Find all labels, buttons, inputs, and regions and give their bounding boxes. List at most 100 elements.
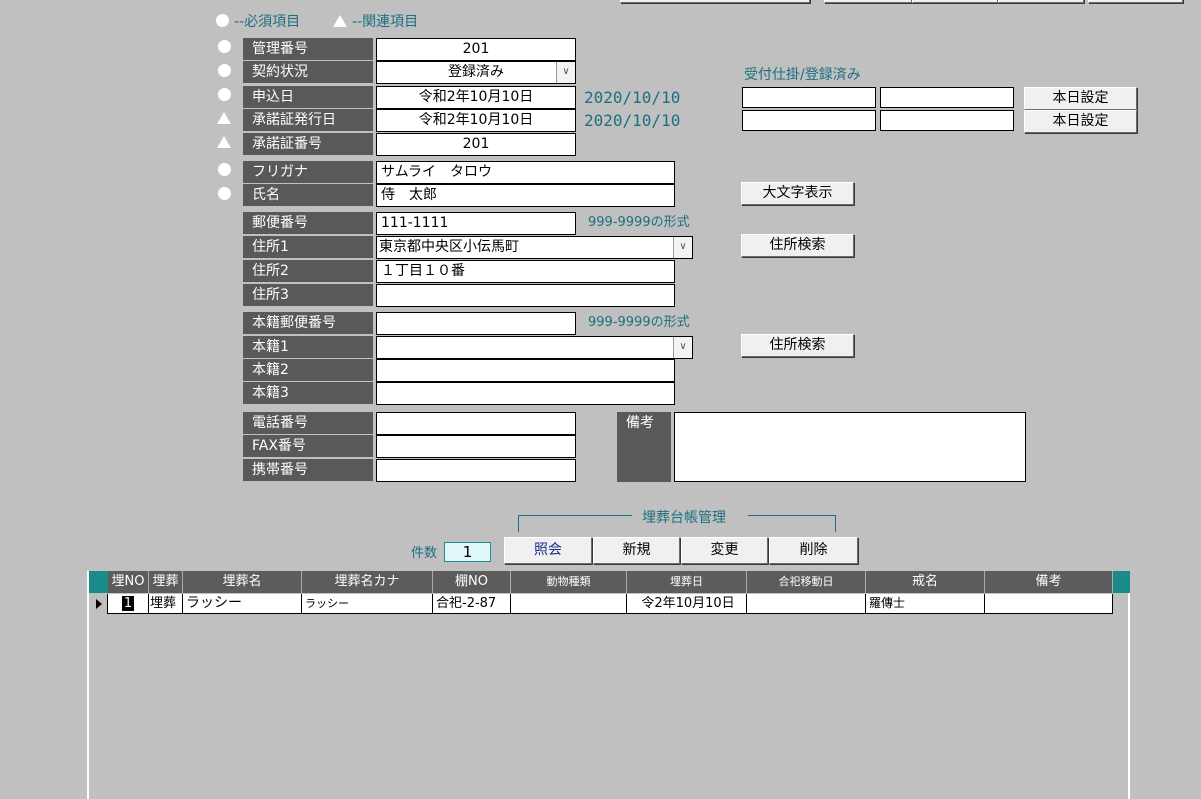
- cell-maiso-no-value: 1: [121, 596, 135, 611]
- label-jusho1: 住所1: [243, 236, 373, 258]
- moshikomi-field[interactable]: 令和2年10月10日: [376, 86, 576, 109]
- count-field: 1: [444, 542, 491, 562]
- inquiry-button[interactable]: 照会: [504, 537, 592, 564]
- required-marker-icon: [218, 163, 231, 176]
- toolbar-button-1[interactable]: [620, 0, 810, 3]
- jusho1-value: 東京都中央区小伝馬町: [379, 239, 519, 255]
- keiyaku-value: 登録済み: [448, 64, 504, 80]
- yubin-hint: 999-9999の形式: [588, 215, 690, 230]
- cell-kaimyo[interactable]: 羅傳士: [866, 594, 985, 614]
- cell-maiso-no[interactable]: 1: [108, 594, 149, 614]
- honseki-yubin-hint: 999-9999の形式: [588, 315, 690, 330]
- grid-header-cell[interactable]: 埋葬: [149, 571, 183, 593]
- count-label: 件数: [411, 546, 438, 561]
- honseki1-select[interactable]: ∨: [376, 336, 693, 359]
- row-selector-icon[interactable]: [89, 594, 108, 614]
- toolbar-button-4[interactable]: [998, 0, 1084, 3]
- cell-maiso-date[interactable]: 令2年10月10日: [627, 594, 747, 614]
- toolbar-button-2[interactable]: [824, 0, 912, 3]
- new-button[interactable]: 新規: [593, 537, 680, 564]
- grid-corner: [89, 571, 108, 593]
- label-jusho2: 住所2: [243, 260, 373, 282]
- cell-tana-no[interactable]: 合祀-2-87: [433, 594, 511, 614]
- label-honseki2: 本籍2: [243, 359, 373, 381]
- edit-button[interactable]: 変更: [681, 537, 768, 564]
- jusho1-select[interactable]: 東京都中央区小伝馬町 ∨: [376, 236, 693, 259]
- toolbar-button-5[interactable]: [1088, 0, 1183, 3]
- toolbar-button-3[interactable]: [912, 0, 998, 3]
- moshikomi-date-text: 2020/10/10: [584, 88, 681, 107]
- table-row[interactable]: 1 埋葬 ラッシー ラッシー 合祀-2-87 令2年10月10日 羅傳士: [89, 594, 1113, 614]
- today-button-1[interactable]: 本日設定: [1024, 87, 1137, 110]
- keiyaku-select[interactable]: 登録済み ∨: [376, 61, 576, 84]
- jusho2-field[interactable]: １丁目１０番: [376, 260, 675, 283]
- kanri-no-field[interactable]: 201: [376, 38, 576, 61]
- honseki3-field[interactable]: [376, 382, 675, 405]
- uketsuke-label: 受付仕掛/登録済み: [744, 67, 861, 83]
- label-furigana: フリガナ: [243, 161, 373, 183]
- cell-animal-type[interactable]: [511, 594, 627, 614]
- honseki-yubin-field[interactable]: [376, 312, 576, 335]
- label-keiyaku: 契約状況: [243, 61, 373, 83]
- grid-header-cell[interactable]: 合祀移動日: [747, 571, 866, 593]
- today-button-2[interactable]: 本日設定: [1024, 110, 1137, 133]
- grid-header-cell[interactable]: 埋NO: [108, 571, 149, 593]
- large-text-button[interactable]: 大文字表示: [741, 182, 854, 205]
- grid-header-cell[interactable]: 棚NO: [433, 571, 511, 593]
- cell-biko[interactable]: [985, 594, 1113, 614]
- grid-header-cell[interactable]: 動物種類: [511, 571, 627, 593]
- chevron-down-icon[interactable]: ∨: [673, 337, 692, 358]
- grid-header-cell[interactable]: 埋葬名カナ: [302, 571, 433, 593]
- address-search-button-1[interactable]: 住所検索: [741, 234, 854, 257]
- cell-maiso[interactable]: 埋葬: [149, 594, 183, 614]
- label-shimei: 氏名: [243, 184, 373, 206]
- uketsuke-field-2b[interactable]: [880, 110, 1014, 131]
- grid-header-cell[interactable]: 埋葬日: [627, 571, 747, 593]
- honseki2-field[interactable]: [376, 359, 675, 382]
- uketsuke-field-1a[interactable]: [742, 87, 876, 108]
- required-marker-icon: [218, 40, 231, 53]
- grid-header-end: [1113, 571, 1130, 593]
- label-honseki-yubin: 本籍郵便番号: [243, 312, 373, 334]
- grid-header-cell[interactable]: 戒名: [866, 571, 985, 593]
- chevron-down-icon[interactable]: ∨: [556, 62, 575, 83]
- furigana-field[interactable]: サムライ タロウ: [376, 161, 675, 184]
- keitai-field[interactable]: [376, 459, 576, 482]
- legend-related: --関連項目: [352, 14, 419, 30]
- jusho3-field[interactable]: [376, 284, 675, 307]
- required-marker-icon: [218, 187, 231, 200]
- delete-button[interactable]: 削除: [769, 537, 858, 564]
- related-marker-icon: [333, 15, 347, 27]
- grid-header-cell[interactable]: 埋葬名: [183, 571, 302, 593]
- address-search-button-2[interactable]: 住所検索: [741, 334, 854, 357]
- related-marker-icon: [217, 112, 231, 124]
- label-shodaku-no: 承諾証番号: [243, 133, 373, 155]
- cell-maiso-kana[interactable]: ラッシー: [302, 594, 433, 614]
- maiso-group-label: 埋葬台帳管理: [642, 510, 726, 526]
- shodaku-date-text: 2020/10/10: [584, 111, 681, 130]
- related-marker-icon: [217, 136, 231, 148]
- uketsuke-field-1b[interactable]: [880, 87, 1014, 108]
- grid-header-cell[interactable]: 備考: [985, 571, 1113, 593]
- biko-textarea[interactable]: [674, 412, 1026, 482]
- shodaku-date-field[interactable]: 令和2年10月10日: [376, 109, 576, 132]
- chevron-down-icon[interactable]: ∨: [673, 237, 692, 258]
- maiso-group-line-right: [748, 515, 836, 532]
- yubin-field[interactable]: 111-1111: [376, 212, 576, 235]
- legend-required: --必須項目: [234, 14, 301, 30]
- fax-field[interactable]: [376, 435, 576, 458]
- uketsuke-field-2a[interactable]: [742, 110, 876, 131]
- cell-maiso-name[interactable]: ラッシー: [183, 594, 302, 614]
- cell-goshi-date[interactable]: [747, 594, 866, 614]
- label-keitai: 携帯番号: [243, 459, 373, 481]
- required-marker-icon: [216, 14, 229, 27]
- maiso-grid: 埋NO 埋葬 埋葬名 埋葬名カナ 棚NO 動物種類 埋葬日 合祀移動日 戒名 備…: [87, 571, 1130, 799]
- label-kanri-no: 管理番号: [243, 38, 373, 60]
- label-honseki1: 本籍1: [243, 336, 373, 358]
- shimei-field[interactable]: 侍 太郎: [376, 184, 675, 207]
- play-arrow-icon: [96, 599, 102, 609]
- tel-field[interactable]: [376, 412, 576, 435]
- maiso-group-line-left: [518, 515, 632, 532]
- label-honseki3: 本籍3: [243, 382, 373, 404]
- shodaku-no-field[interactable]: 201: [376, 133, 576, 156]
